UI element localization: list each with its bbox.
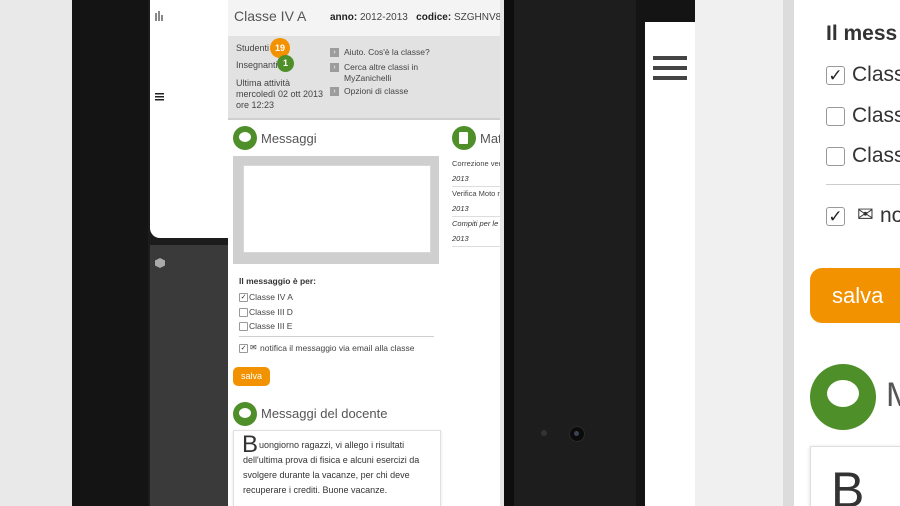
phone-screen — [645, 22, 695, 506]
save-button[interactable]: salva — [233, 367, 270, 386]
anno-value: 2012-2013 — [360, 12, 408, 23]
class-options-link[interactable]: › Opzioni di classe — [330, 86, 408, 97]
teacher-message-card: B uongiorno ragazzi, vi allego i risulta… — [233, 430, 441, 506]
recipient-checkbox[interactable] — [239, 322, 248, 331]
zoom-messages-icon — [810, 364, 876, 430]
side-drawer-dark — [150, 245, 228, 506]
teacher-message-text: uongiorno ragazzi, vi allego i risultati… — [243, 440, 420, 495]
sensor-dot — [541, 430, 547, 436]
envelope-icon: ✉ — [857, 204, 874, 226]
recipient-checkbox[interactable]: ✓ — [239, 293, 248, 302]
device-frame-left — [72, 0, 152, 506]
class-header: Classe IV A anno: 2012-2013 codice: SZGH… — [228, 0, 504, 37]
divider — [826, 184, 900, 185]
camera-icon — [569, 426, 585, 442]
divider — [452, 246, 504, 247]
codice-label: codice: — [416, 12, 452, 23]
material-year: 2013 — [452, 174, 469, 183]
ultima-attivita-label: Ultima attività — [236, 78, 291, 88]
help-link[interactable]: › Aiuto. Cos'è la classe? — [330, 47, 430, 58]
search-classes-label-2: MyZanichelli — [344, 73, 392, 83]
bar-chart-icon — [155, 8, 163, 21]
chevron-right-icon: › — [330, 87, 339, 96]
material-item[interactable]: Correzione veri — [452, 159, 503, 168]
envelope-icon: ✉ — [250, 343, 257, 352]
material-year: 2013 — [452, 234, 469, 243]
zoom-class-label: Class — [852, 104, 900, 127]
recipient-label-2: Classe III D — [249, 307, 293, 317]
cube-icon — [155, 255, 165, 268]
panel-edge — [783, 0, 794, 506]
ultima-attivita-time: ore 12:23 — [236, 100, 275, 110]
zoom-notify-checkbox[interactable]: ✓ — [826, 207, 845, 226]
divider — [452, 186, 504, 187]
zoom-section-title: M — [886, 376, 900, 415]
zoom-checkbox[interactable] — [826, 147, 845, 166]
divider — [452, 216, 504, 217]
recipient-label-3: Classe III E — [249, 321, 293, 331]
studenti-label[interactable]: Studenti — [236, 43, 269, 53]
device-frame-edge — [504, 0, 514, 506]
recipient-label: Il messaggio è per: — [239, 276, 316, 286]
background-left — [0, 0, 75, 506]
teacher-messages-title: Messaggi del docente — [261, 406, 388, 421]
zoom-class-label: Class — [852, 63, 900, 86]
messages-title: Messaggi — [261, 131, 317, 146]
ultima-attivita-date: mercoledì 02 ott 2013 — [236, 89, 324, 99]
zoom-class-label: Class — [852, 144, 900, 167]
material-item[interactable]: Verifica Moto r — [452, 189, 500, 198]
zoom-recipient-heading: Il mess — [826, 22, 898, 45]
main-screen: Classe IV A anno: 2012-2013 codice: SZGH… — [228, 0, 504, 506]
chevron-right-icon: › — [330, 48, 339, 57]
recipient-label-1: Classe IV A — [249, 292, 293, 302]
zoom-save-button[interactable]: salva — [810, 268, 900, 323]
notify-checkbox[interactable]: ✓ — [239, 344, 248, 353]
search-classes-label: Cerca altre classi in — [344, 62, 419, 72]
material-item[interactable]: Compiti per le va — [452, 219, 504, 228]
codice-value: SZGHNV8L — [453, 12, 504, 23]
class-options-label: Opzioni di classe — [344, 86, 409, 96]
class-meta: anno: 2012-2013 codice: SZGHNV8L — [330, 12, 504, 23]
zoom-checkbox[interactable] — [826, 107, 845, 126]
class-title: Classe IV A — [234, 8, 307, 24]
zoom-notify-label: no — [880, 204, 900, 227]
background-right — [695, 0, 783, 506]
material-year: 2013 — [452, 204, 469, 213]
divider — [239, 336, 434, 337]
insegnanti-label[interactable]: Insegnanti — [236, 60, 278, 70]
menu-icon[interactable] — [155, 88, 164, 101]
recipient-checkbox[interactable] — [239, 308, 248, 317]
chevron-right-icon: › — [330, 63, 339, 72]
message-textarea[interactable] — [243, 165, 431, 253]
notify-label: notifica il messaggio via email alla cla… — [260, 343, 415, 353]
insegnanti-badge[interactable]: 1 — [277, 55, 294, 72]
zoomed-panel: Il mess ✓ Class Class Class ✓ ✉ no salva… — [794, 0, 900, 506]
zoom-dropcap: B — [831, 462, 865, 506]
messages-icon — [233, 126, 257, 150]
materials-icon — [452, 126, 476, 150]
anno-label: anno: — [330, 12, 358, 23]
help-link-label: Aiuto. Cos'è la classe? — [344, 47, 430, 57]
zoom-message-card: B — [810, 446, 900, 506]
search-classes-link[interactable]: › Cerca altre classi in MyZanichelli — [330, 62, 418, 84]
side-drawer-peek — [150, 0, 228, 238]
zoom-checkbox[interactable]: ✓ — [826, 66, 845, 85]
teacher-messages-icon — [233, 402, 257, 426]
hamburger-menu-icon[interactable] — [653, 56, 687, 84]
class-info-panel: Studenti 19 Insegnanti 1 Ultima attività… — [228, 36, 504, 120]
